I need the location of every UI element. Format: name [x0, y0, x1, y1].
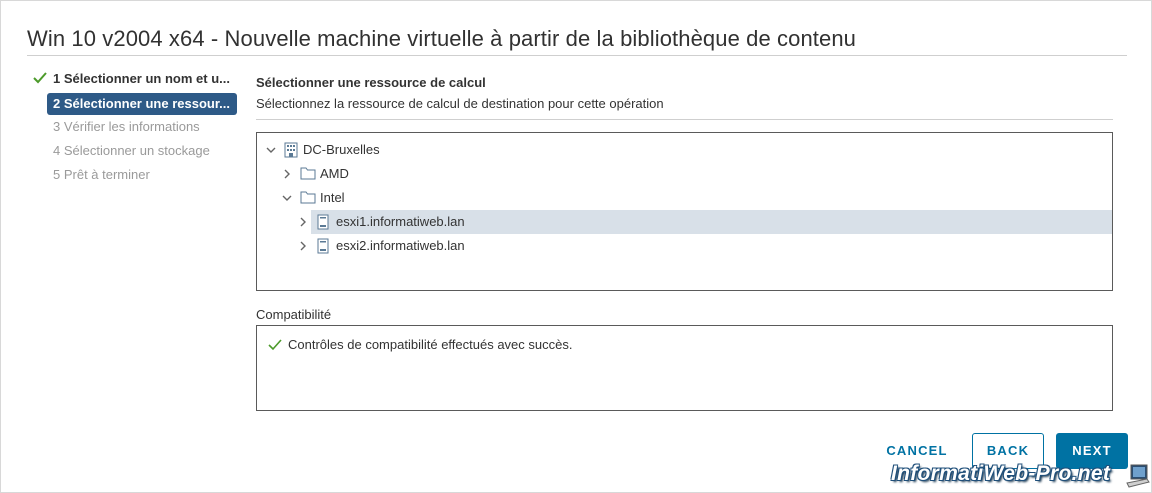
new-vm-dialog: Win 10 v2004 x64 - Nouvelle machine virt…	[0, 0, 1152, 493]
tree-node-label: esxi1.informatiweb.lan	[336, 214, 465, 229]
page-description: Sélectionnez la ressource de calcul de d…	[256, 96, 664, 111]
wizard-steps: 1 Sélectionner un nom et u... 2 Sélectio…	[31, 69, 241, 189]
folder-icon	[300, 191, 316, 204]
laptop-logo-icon	[1126, 464, 1150, 488]
tree-node-folder-intel[interactable]: Intel	[257, 186, 1112, 210]
chevron-right-icon[interactable]	[297, 216, 309, 228]
tree-node-label: esxi2.informatiweb.lan	[336, 238, 465, 253]
page-title: Sélectionner une ressource de calcul	[256, 75, 486, 90]
check-icon	[33, 72, 47, 84]
chevron-down-icon[interactable]	[265, 144, 277, 156]
compatibility-panel: Contrôles de compatibilité effectués ave…	[256, 325, 1113, 411]
host-icon	[317, 238, 329, 254]
compatibility-label: Compatibilité	[256, 307, 332, 322]
step-ready-to-complete: 5 Prêt à terminer	[31, 165, 241, 189]
tree-node-label: Intel	[320, 190, 345, 205]
step-select-compute-resource[interactable]: 2 Sélectionner une ressour...	[47, 93, 237, 115]
title-divider	[27, 55, 1127, 56]
compute-resource-tree[interactable]: DC-Bruxelles AMD Intel esxi1.informatiwe…	[256, 132, 1113, 291]
tree-node-datacenter[interactable]: DC-Bruxelles	[257, 138, 1112, 162]
tree-node-label: AMD	[320, 166, 349, 181]
folder-icon	[300, 167, 316, 180]
check-icon	[268, 339, 282, 351]
compatibility-message: Contrôles de compatibilité effectués ave…	[288, 337, 573, 352]
chevron-down-icon[interactable]	[281, 192, 293, 204]
step-label: 5 Prêt à terminer	[53, 167, 150, 182]
tree-node-folder-amd[interactable]: AMD	[257, 162, 1112, 186]
chevron-right-icon[interactable]	[297, 240, 309, 252]
step-label: 1 Sélectionner un nom et u...	[53, 71, 230, 86]
step-label: 4 Sélectionner un stockage	[53, 143, 210, 158]
step-label: 3 Vérifier les informations	[53, 119, 200, 134]
step-select-name[interactable]: 1 Sélectionner un nom et u...	[31, 69, 241, 93]
chevron-right-icon[interactable]	[281, 168, 293, 180]
watermark-text: InformatiWeb-Pro.net	[891, 462, 1111, 485]
step-select-storage: 4 Sélectionner un stockage	[31, 141, 241, 165]
step-review-details: 3 Vérifier les informations	[31, 117, 241, 141]
section-divider	[256, 119, 1113, 120]
tree-node-label: DC-Bruxelles	[303, 142, 380, 157]
tree-node-host-esxi2[interactable]: esxi2.informatiweb.lan	[300, 234, 1112, 258]
dialog-title: Win 10 v2004 x64 - Nouvelle machine virt…	[27, 26, 857, 51]
host-icon	[317, 214, 329, 230]
step-label: 2 Sélectionner une ressour...	[53, 96, 231, 111]
datacenter-icon	[284, 142, 298, 158]
tree-node-host-esxi1[interactable]: esxi1.informatiweb.lan	[300, 210, 1112, 234]
